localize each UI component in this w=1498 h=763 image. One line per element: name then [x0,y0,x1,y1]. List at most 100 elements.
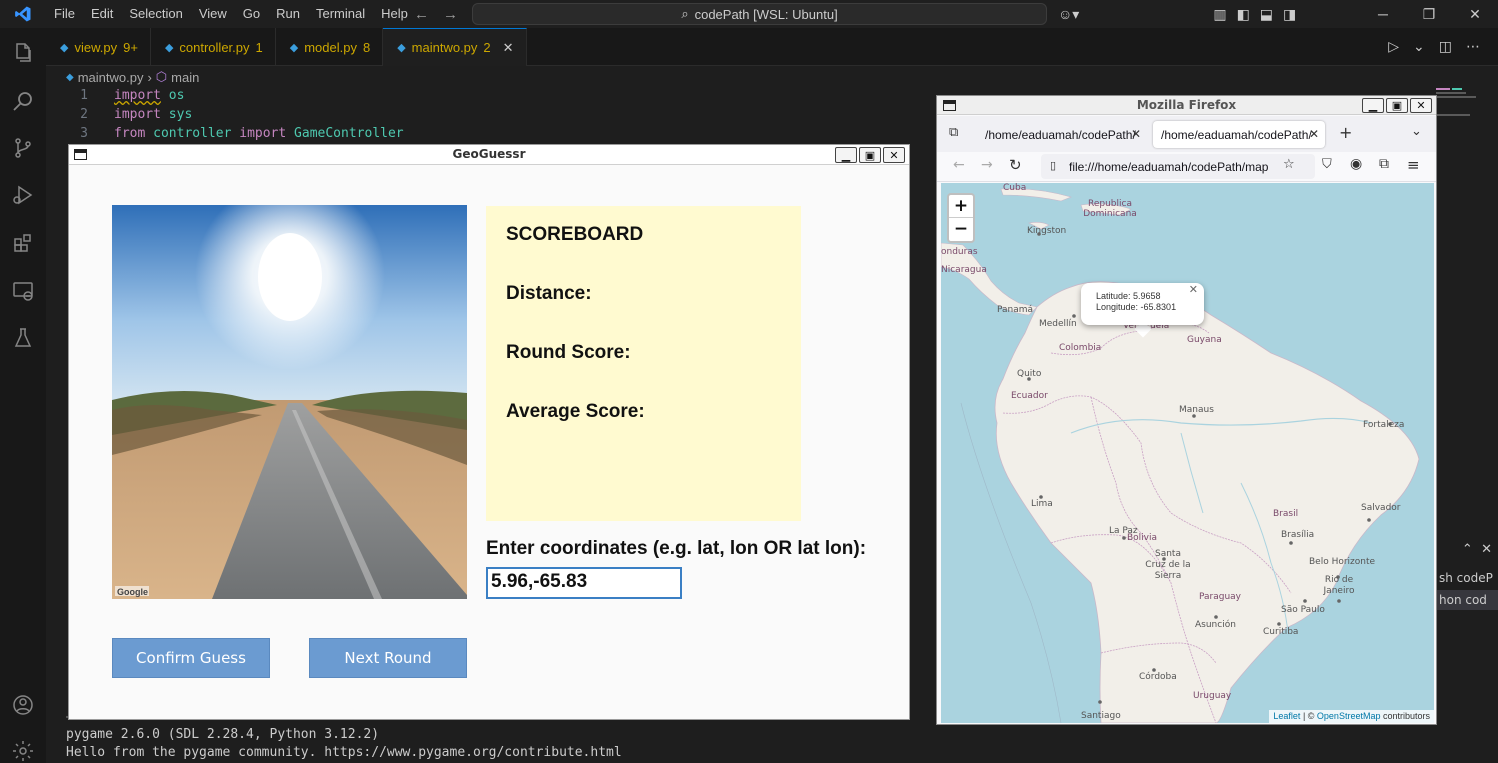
coordinates-input[interactable]: 5.96,-65.83 [486,567,682,599]
tab-model-py[interactable]: ◆ model.py 8 [276,28,384,66]
python-file-icon: ◆ [397,42,406,54]
forward-arrow-icon[interactable]: → [443,6,458,23]
popup-longitude: Longitude: -65.8301 [1096,302,1177,312]
keyword: import [114,88,161,103]
search-icon: ⌕ [681,6,689,21]
menu-selection[interactable]: Selection [121,0,190,28]
close-icon[interactable]: ✕ [1410,98,1432,113]
close-tab-icon[interactable]: ✕ [1309,127,1319,141]
map-label: Curitiba [1263,627,1299,637]
tab-maintwo-py[interactable]: ◆ maintwo.py 2 ✕ [383,28,527,66]
close-tab-icon[interactable]: ✕ [1131,127,1141,141]
zoom-out-button[interactable]: − [949,218,973,241]
menu-run[interactable]: Run [268,0,308,28]
back-icon[interactable]: ← [953,157,965,173]
url-bar[interactable]: ▯ file:///home/eaduamah/codePath/map [1041,154,1315,179]
extensions-icon[interactable]: ⧉ [1379,156,1389,172]
maximize-icon[interactable]: ▣ [859,147,881,163]
breadcrumb-file[interactable]: maintwo.py [78,70,144,85]
terminal-list-item[interactable]: hon cod [1437,590,1498,610]
code-editor[interactable]: 1 import os 2 import sys 3 from controll… [46,86,403,143]
back-arrow-icon[interactable]: ← [414,6,429,23]
zoom-in-button[interactable]: + [949,195,973,218]
chevron-down-icon[interactable]: ⌄ [1413,39,1425,55]
list-tabs-chevron-icon[interactable]: ⌄ [1411,124,1422,139]
menu-terminal[interactable]: Terminal [308,0,373,28]
minimap[interactable] [1436,86,1488,126]
menu-hamburger-icon[interactable]: ≡ [1407,156,1420,174]
settings-gear-icon[interactable] [8,736,38,763]
distance-label: Distance: [506,283,592,304]
map-label: Kingston [1027,226,1067,236]
split-editor-icon[interactable]: ◫ [1439,39,1452,55]
close-panel-icon[interactable]: ✕ [1481,542,1492,557]
menu-edit[interactable]: Edit [83,0,121,28]
map-label: Ecuador [1011,391,1048,401]
maximize-icon[interactable]: ▣ [1386,98,1408,113]
layout-primary-icon[interactable]: ◧ [1237,6,1250,23]
command-center[interactable]: ⌕ codePath [WSL: Ubuntu] [472,3,1047,25]
osm-link[interactable]: OpenStreetMap [1317,711,1381,721]
tab-view-py[interactable]: ◆ view.py 9+ [46,28,151,66]
leaflet-map[interactable]: Cuba Republica Dominicana Kingston ondur… [941,183,1434,723]
forward-icon[interactable]: → [981,157,993,173]
source-control-icon[interactable] [8,133,38,163]
firefox-titlebar[interactable]: Mozilla Firefox ▁ ▣ ✕ [937,96,1436,115]
leaflet-link[interactable]: Leaflet [1273,711,1300,721]
menu-view[interactable]: View [191,0,235,28]
search-icon[interactable] [8,86,38,116]
run-debug-icon[interactable] [8,180,38,210]
close-popup-icon[interactable]: ✕ [1189,285,1198,296]
menu-go[interactable]: Go [235,0,268,28]
account-icon[interactable] [8,690,38,720]
restore-icon[interactable]: ❐ [1406,0,1452,28]
close-tab-icon[interactable]: ✕ [503,40,514,56]
more-actions-icon[interactable]: ⋯ [1466,39,1480,55]
tab-badge: 2 [483,40,491,55]
layout-secondary-icon[interactable]: ◨ [1283,6,1296,23]
menu-help[interactable]: Help [373,0,416,28]
chevron-up-icon[interactable]: ⌃ [1462,542,1473,557]
tab-controller-py[interactable]: ◆ controller.py 1 [151,28,276,66]
copilot-icon[interactable]: ☺▾ [1058,6,1079,23]
pocket-icon[interactable]: ⛉ [1322,157,1332,172]
terminal-list-item[interactable]: sh codeP [1437,568,1498,588]
extensions-icon[interactable] [8,228,38,258]
terminal-output[interactable]: pygame 2.6.0 (SDL 2.28.4, Python 3.12.2)… [66,726,622,762]
minimize-icon[interactable]: ─ [1360,0,1406,28]
tab-title: /home/eaduamah/codePath/ [1161,127,1312,142]
testing-icon[interactable] [8,323,38,353]
map-label: Bolivia [1127,533,1158,543]
layout-panel-icon[interactable]: ⬓ [1260,6,1273,23]
reload-icon[interactable]: ↻ [1009,156,1022,174]
new-tab-icon[interactable]: + [1339,123,1352,142]
round-score-label: Round Score: [506,342,631,363]
line-number: 2 [80,107,88,122]
geoguessr-titlebar[interactable]: GeoGuessr ▁ ▣ ✕ [69,145,909,165]
map-label: onduras [941,247,978,257]
breadcrumb-symbol[interactable]: main [171,70,199,85]
minimize-icon[interactable]: ▁ [1362,98,1384,113]
minimize-icon[interactable]: ▁ [835,147,857,163]
browser-tab[interactable]: /home/eaduamah/codePath/ ✕ [977,121,1147,148]
menu-file[interactable]: File [46,0,83,28]
map-label: Guyana [1187,335,1222,345]
bookmark-star-icon[interactable]: ☆ [1283,157,1295,172]
browser-tab-active[interactable]: /home/eaduamah/codePath/ ✕ [1153,121,1325,148]
layout-sidebar-icon[interactable]: ▥ [1213,6,1226,23]
map-tiles [941,188,1420,723]
tab-badge: 8 [362,39,371,55]
close-icon[interactable]: ✕ [883,147,905,163]
confirm-guess-button[interactable]: Confirm Guess [112,638,270,678]
line-number: 1 [80,88,88,103]
firefox-view-icon[interactable]: ⧉ [949,125,958,140]
account-icon[interactable]: ◉ [1350,156,1362,172]
run-file-icon[interactable]: ▷ [1388,39,1399,55]
remote-explorer-icon[interactable] [8,276,38,306]
title-actions: ☺▾ ▥ ◧ ⬓ ◨ [1058,0,1296,28]
next-round-button[interactable]: Next Round [309,638,467,678]
explorer-icon[interactable] [8,38,38,68]
map-label: Paraguay [1199,592,1242,602]
terminal-line: pygame 2.6.0 (SDL 2.28.4, Python 3.12.2) [66,727,380,742]
close-window-icon[interactable]: ✕ [1452,0,1498,28]
